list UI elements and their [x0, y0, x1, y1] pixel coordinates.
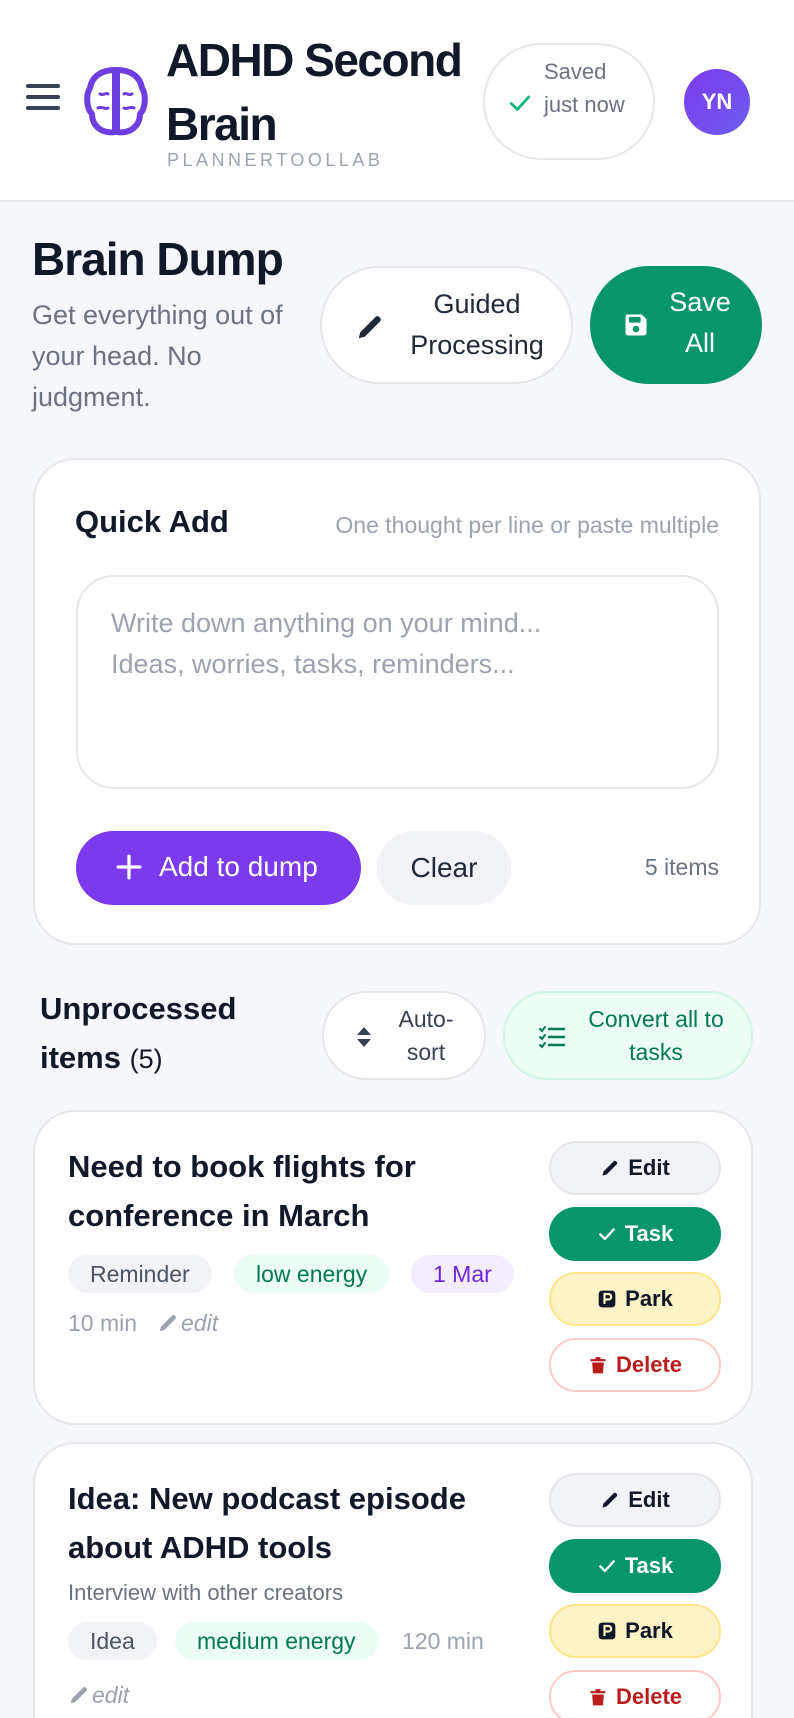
delete-button[interactable]: Delete: [549, 1338, 721, 1392]
trash-icon: [590, 1357, 606, 1374]
delete-label: Delete: [615, 1352, 683, 1377]
plus-icon: [116, 854, 142, 880]
task-label: Task: [624, 1221, 674, 1246]
save-all-button[interactable]: Save All: [590, 266, 762, 384]
edit-duration-link[interactable]: edit: [68, 1682, 129, 1709]
trash-icon: [590, 1689, 606, 1706]
save-status-text: Saved just now: [544, 59, 625, 117]
app-title: ADHD Second Brain: [166, 34, 463, 150]
checklist-icon: [539, 1026, 566, 1049]
delete-button[interactable]: Delete: [549, 1670, 721, 1718]
duration-label: 10 min: [68, 1310, 138, 1336]
pencil-icon: [602, 1492, 618, 1508]
task-label: Task: [624, 1553, 674, 1578]
unprocessed-count: (5): [129, 1044, 163, 1074]
task-button[interactable]: Task: [549, 1539, 721, 1593]
floppy-disk-icon: [625, 314, 647, 336]
pencil-icon: [602, 1160, 618, 1176]
auto-sort-button[interactable]: Auto-sort: [322, 991, 486, 1080]
park-label: Park: [625, 1618, 673, 1643]
unprocessed-heading: Unprocessed items (5): [40, 984, 300, 1084]
date-tag: 1 Mar: [411, 1255, 514, 1293]
convert-all-button[interactable]: Convert all to tasks: [503, 991, 753, 1080]
park-button[interactable]: Park: [549, 1604, 721, 1658]
brain-dump-item: Need to book flights for conference in M…: [33, 1110, 753, 1425]
user-avatar[interactable]: YN: [684, 69, 750, 135]
park-label: Park: [625, 1286, 673, 1311]
edit-duration-link[interactable]: edit: [157, 1310, 218, 1337]
page-description: Get everything out of your head. No judg…: [32, 300, 283, 412]
page-title: Brain Dump: [32, 233, 284, 285]
pencil-icon: [159, 1315, 176, 1332]
save-status-badge: Saved just now: [483, 43, 655, 160]
edit-button[interactable]: Edit: [549, 1473, 721, 1527]
edit-link-label: edit: [181, 1310, 219, 1336]
clear-button[interactable]: Clear: [377, 831, 511, 905]
task-button[interactable]: Task: [549, 1207, 721, 1261]
quick-add-hint: One thought per line or paste multiple: [335, 512, 719, 538]
quick-add-title: Quick Add: [75, 504, 229, 539]
edit-label: Edit: [628, 1155, 670, 1180]
pencil-icon: [358, 316, 381, 339]
park-button[interactable]: Park: [549, 1272, 721, 1326]
energy-tag: medium energy: [175, 1622, 378, 1660]
add-to-dump-button[interactable]: Add to dump: [76, 831, 361, 905]
sort-icon: [357, 1027, 371, 1047]
check-icon: [598, 1560, 615, 1573]
edit-label: Edit: [628, 1487, 670, 1512]
edit-button[interactable]: Edit: [549, 1141, 721, 1195]
delete-label: Delete: [615, 1684, 683, 1709]
item-count: 5 items: [644, 854, 719, 880]
item-note: Interview with other creators: [68, 1580, 344, 1605]
parking-icon: [598, 1290, 616, 1308]
energy-tag: low energy: [234, 1255, 390, 1293]
category-tag: Idea: [68, 1622, 157, 1660]
check-icon: [598, 1228, 615, 1241]
item-title[interactable]: Need to book flights for conference in M…: [68, 1142, 513, 1240]
guided-processing-button[interactable]: Guided Processing: [320, 266, 573, 384]
pencil-icon: [70, 1687, 87, 1704]
edit-link-label: edit: [92, 1682, 130, 1708]
quick-add-card: Quick Add One thought per line or paste …: [33, 458, 761, 945]
save-all-label: Save All: [669, 287, 731, 358]
item-title[interactable]: Idea: New podcast episode about ADHD too…: [68, 1474, 513, 1572]
convert-all-label: Convert all to tasks: [588, 1006, 724, 1065]
guided-processing-label: Guided Processing: [410, 289, 544, 360]
brain-dump-textarea[interactable]: [76, 575, 719, 789]
brain-logo-icon[interactable]: [84, 64, 148, 138]
app-subtitle: PLANNERTOOLLAB: [167, 150, 384, 170]
brain-dump-item: Idea: New podcast episode about ADHD too…: [33, 1442, 753, 1718]
check-icon: [509, 95, 531, 111]
parking-icon: [598, 1622, 616, 1640]
app-header: ADHD Second Brain PLANNERTOOLLAB Saved j…: [0, 0, 794, 202]
auto-sort-label: Auto-sort: [398, 1006, 454, 1065]
add-to-dump-label: Add to dump: [159, 851, 318, 882]
hamburger-icon[interactable]: [26, 84, 60, 114]
category-tag: Reminder: [68, 1255, 212, 1293]
duration-label: 120 min: [402, 1628, 484, 1654]
